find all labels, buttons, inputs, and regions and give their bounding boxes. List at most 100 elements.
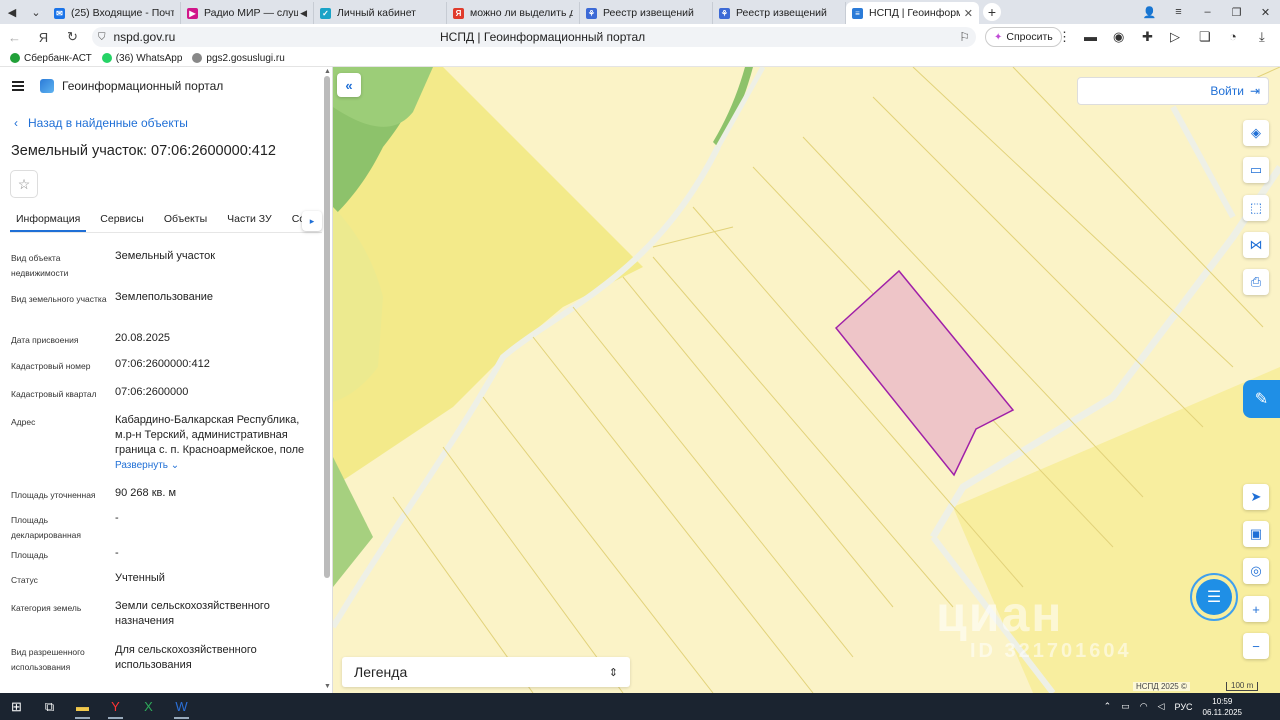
- minimize-button[interactable]: –: [1193, 6, 1222, 18]
- explorer-icon[interactable]: ▬: [66, 693, 99, 720]
- object-info-panel: Геоинформационный портал ‹ Назад в найде…: [0, 67, 333, 693]
- info-tabs: ИнформацияСервисыОбъектыЧасти ЗУСоста▸: [10, 209, 322, 233]
- hamburger-menu-icon[interactable]: [12, 81, 24, 91]
- back-to-results-link[interactable]: ‹ Назад в найденные объекты: [14, 116, 188, 130]
- site-info-icon[interactable]: ⛉: [98, 32, 106, 43]
- task-view-icon[interactable]: ⧉: [33, 693, 66, 720]
- panel-tab[interactable]: Сервисы: [94, 209, 150, 232]
- map-canvas[interactable]: [333, 67, 1280, 693]
- ruler-icon[interactable]: ▭: [1243, 157, 1269, 183]
- word-icon[interactable]: W: [165, 693, 198, 720]
- browser-tab[interactable]: ≡ НСПД | Геоинформаци ✕: [846, 2, 979, 24]
- scroll-up-arrow-icon[interactable]: ▲: [324, 68, 331, 75]
- browser-tab[interactable]: ✉ (25) Входящие - Почта M: [48, 2, 181, 24]
- bookmark-icon[interactable]: ⚐: [959, 30, 970, 44]
- chat-button[interactable]: ☰: [1190, 573, 1238, 621]
- collapse-panel-button[interactable]: «: [337, 73, 361, 97]
- location-icon[interactable]: ◎: [1243, 558, 1269, 584]
- map-scale: 100 m: [1226, 682, 1259, 691]
- network-icon[interactable]: ▭: [1121, 701, 1130, 712]
- tabs-menu-chevron-icon[interactable]: ⌄: [24, 0, 48, 24]
- print-icon[interactable]: ⎙: [1243, 269, 1269, 295]
- property-value-text: 07:06:2600000:412: [115, 358, 210, 370]
- panel-tab[interactable]: Объекты: [158, 209, 213, 232]
- tab-audio-icon[interactable]: ◀: [300, 8, 307, 19]
- share-icon[interactable]: ⋈: [1243, 232, 1269, 258]
- zoom-in-button[interactable]: +: [1243, 596, 1269, 622]
- bookmark-item[interactable]: pgs2.gosuslugi.ru: [192, 53, 285, 64]
- expand-address-link[interactable]: Развернуть ⌄: [115, 458, 315, 473]
- close-tab-icon[interactable]: ✕: [964, 7, 973, 20]
- sparkle-icon: ✦: [994, 31, 1003, 43]
- browser-tab[interactable]: Яможно ли выделить дол: [447, 2, 580, 24]
- tabs-scroll-right-button[interactable]: ▸: [302, 211, 322, 231]
- clock[interactable]: 10:59 06.11.2025: [1203, 696, 1242, 718]
- extension-icon[interactable]: ◉: [1113, 29, 1124, 45]
- property-value-text: 20.08.2025: [115, 332, 171, 344]
- volume-icon[interactable]: ◁: [1158, 701, 1165, 712]
- start-icon[interactable]: ⊞: [0, 693, 33, 720]
- panel-scrollbar[interactable]: [324, 76, 330, 578]
- property-label: Кадастровый квартал: [11, 389, 97, 399]
- tab-favicon-icon: ▶: [187, 7, 198, 19]
- wifi-icon[interactable]: ◠: [1140, 701, 1148, 712]
- login-button[interactable]: Войти ⇥: [1077, 77, 1269, 105]
- favorite-star-button[interactable]: ☆: [10, 170, 38, 198]
- browser-tab[interactable]: ▶ Радио МИР — слуш ◀: [181, 2, 314, 24]
- yandex-browser-icon[interactable]: Y: [99, 693, 132, 720]
- property-value-text: Кабардино-Балкарская Республика, м.р-н Т…: [115, 414, 305, 456]
- restore-button[interactable]: ❐: [1222, 6, 1251, 19]
- bookmarks-bar: Сбербанк-АСТ (36) WhatsApp pgs2.gosuslugi.…: [0, 50, 1280, 67]
- back-icon[interactable]: ←: [0, 30, 29, 45]
- zoom-out-button[interactable]: −: [1243, 633, 1269, 659]
- language-indicator[interactable]: РУС: [1175, 702, 1193, 712]
- extension-icon[interactable]: ▬: [1084, 29, 1097, 44]
- extensions-puzzle-icon[interactable]: ✚: [1142, 29, 1153, 45]
- select-area-icon[interactable]: ⬚: [1243, 195, 1269, 221]
- tray-chevron-icon[interactable]: ⌃: [1104, 701, 1112, 712]
- new-tab-button[interactable]: +: [983, 3, 1001, 21]
- bookmark-item[interactable]: (36) WhatsApp: [101, 53, 182, 64]
- map-copyright: НСПД 2025 ©: [1133, 682, 1190, 691]
- panel-tab[interactable]: Части ЗУ: [221, 209, 278, 232]
- tab-audio-icon[interactable]: ◀: [0, 0, 24, 24]
- os-taskbar: ⊞ ⧉ ▬ Y X W: [0, 693, 1280, 720]
- tab-title: НСПД | Геоинформаци: [869, 7, 960, 19]
- bookmark-item[interactable]: Сбербанк-АСТ: [10, 53, 92, 64]
- expand-toggle-icon: ⇕: [608, 666, 618, 679]
- notifications-icon[interactable]: ◔: [1229, 29, 1237, 44]
- url-text: nspd.gov.ru: [113, 30, 176, 44]
- panel-tab[interactable]: Информация: [10, 209, 87, 232]
- ask-button[interactable]: ✦ Спросить: [985, 27, 1062, 47]
- bookmark-label: Сбербанк-АСТ: [24, 52, 92, 64]
- browser-tab[interactable]: ✓ Личный кабинет: [314, 2, 447, 24]
- legend-dropdown[interactable]: Легенда ⇕: [342, 657, 630, 687]
- menu-icon[interactable]: ≡: [1164, 6, 1193, 18]
- collections-icon[interactable]: ❏: [1199, 29, 1211, 45]
- yandex-icon[interactable]: Я: [29, 30, 58, 45]
- more-icon[interactable]: ⋮: [1058, 29, 1071, 45]
- legend-label: Легенда: [354, 664, 408, 680]
- scroll-down-arrow-icon[interactable]: ▼: [324, 683, 331, 690]
- browser-tab[interactable]: ⚘ Реестр извещений: [713, 2, 846, 24]
- minimap-icon[interactable]: ▣: [1243, 521, 1269, 547]
- reload-icon[interactable]: ↻: [58, 29, 87, 45]
- login-label: Войти: [1210, 84, 1244, 98]
- browser-tab[interactable]: ⚘ Реестр извещений: [580, 2, 713, 24]
- excel-icon[interactable]: X: [132, 693, 165, 720]
- url-field[interactable]: ⛉ nspd.gov.ru НСПД | Геоинформационный п…: [92, 27, 976, 47]
- watermark: циан: [936, 586, 1064, 642]
- profile-icon[interactable]: 👤: [1135, 6, 1164, 19]
- property-value-text: 07:06:2600000: [115, 386, 189, 398]
- media-icon[interactable]: ▷: [1170, 29, 1180, 45]
- downloads-icon[interactable]: ⤓: [1259, 29, 1265, 45]
- property-label: Вид разрешенного использования: [11, 647, 85, 672]
- feedback-badge-icon[interactable]: ✎: [1243, 380, 1280, 418]
- layers-icon[interactable]: ◈: [1243, 120, 1269, 146]
- chat-icon: ☰: [1196, 579, 1232, 615]
- property-value: Земли сельскохозяйственного назначения: [115, 599, 315, 629]
- road: [715, 67, 766, 149]
- property-value: -: [115, 511, 315, 526]
- navigate-icon[interactable]: ➤: [1243, 484, 1269, 510]
- close-window-button[interactable]: ✕: [1251, 6, 1280, 19]
